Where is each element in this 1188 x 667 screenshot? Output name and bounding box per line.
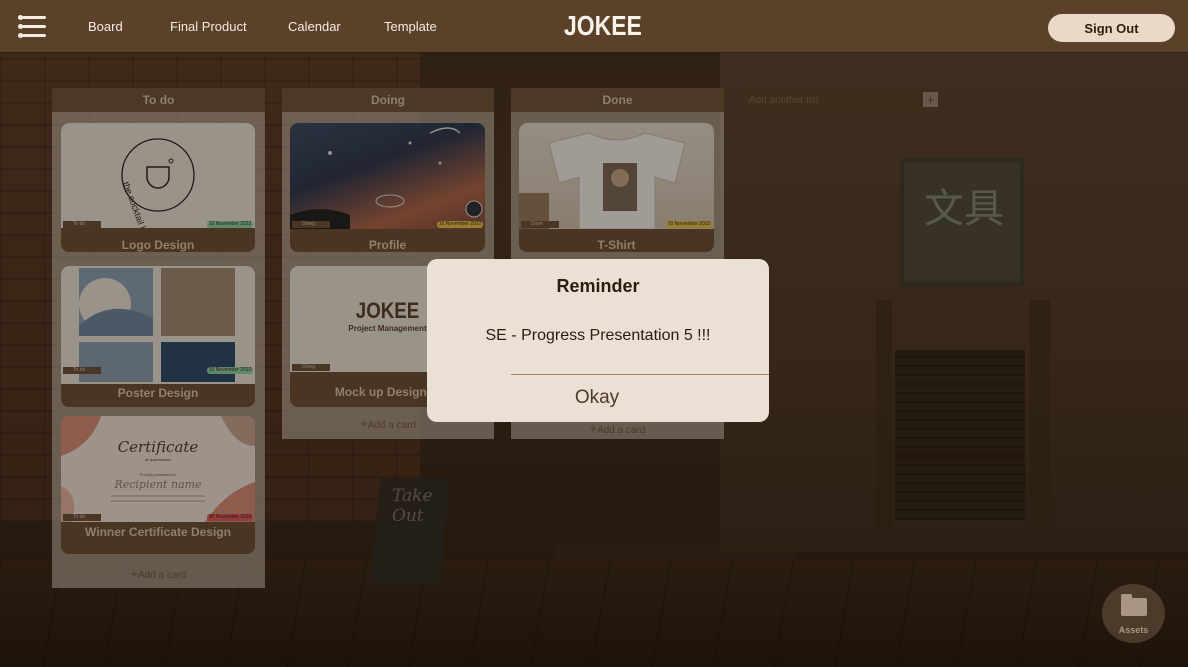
dialog-divider <box>511 374 769 375</box>
hamburger-menu-icon[interactable] <box>18 14 48 40</box>
dialog-message: SE - Progress Presentation 5 !!! <box>485 327 711 344</box>
assets-label: Assets <box>1118 625 1149 635</box>
folder-icon <box>1121 594 1147 616</box>
sign-out-button[interactable]: Sign Out <box>1048 14 1175 42</box>
nav-link-template[interactable]: Template <box>384 19 437 34</box>
top-navbar: Board Final Product Calendar Template JO… <box>0 0 1188 53</box>
brand-logo: JOKEE <box>564 10 642 41</box>
nav-link-board[interactable]: Board <box>88 19 123 34</box>
nav-link-final-product[interactable]: Final Product <box>170 19 247 34</box>
assets-button[interactable]: Assets <box>1102 584 1165 643</box>
nav-link-calendar[interactable]: Calendar <box>288 19 341 34</box>
okay-button[interactable]: Okay <box>511 381 683 415</box>
reminder-dialog: Reminder SE - Progress Presentation 5 !!… <box>427 259 769 422</box>
dialog-title: Reminder <box>556 276 640 296</box>
